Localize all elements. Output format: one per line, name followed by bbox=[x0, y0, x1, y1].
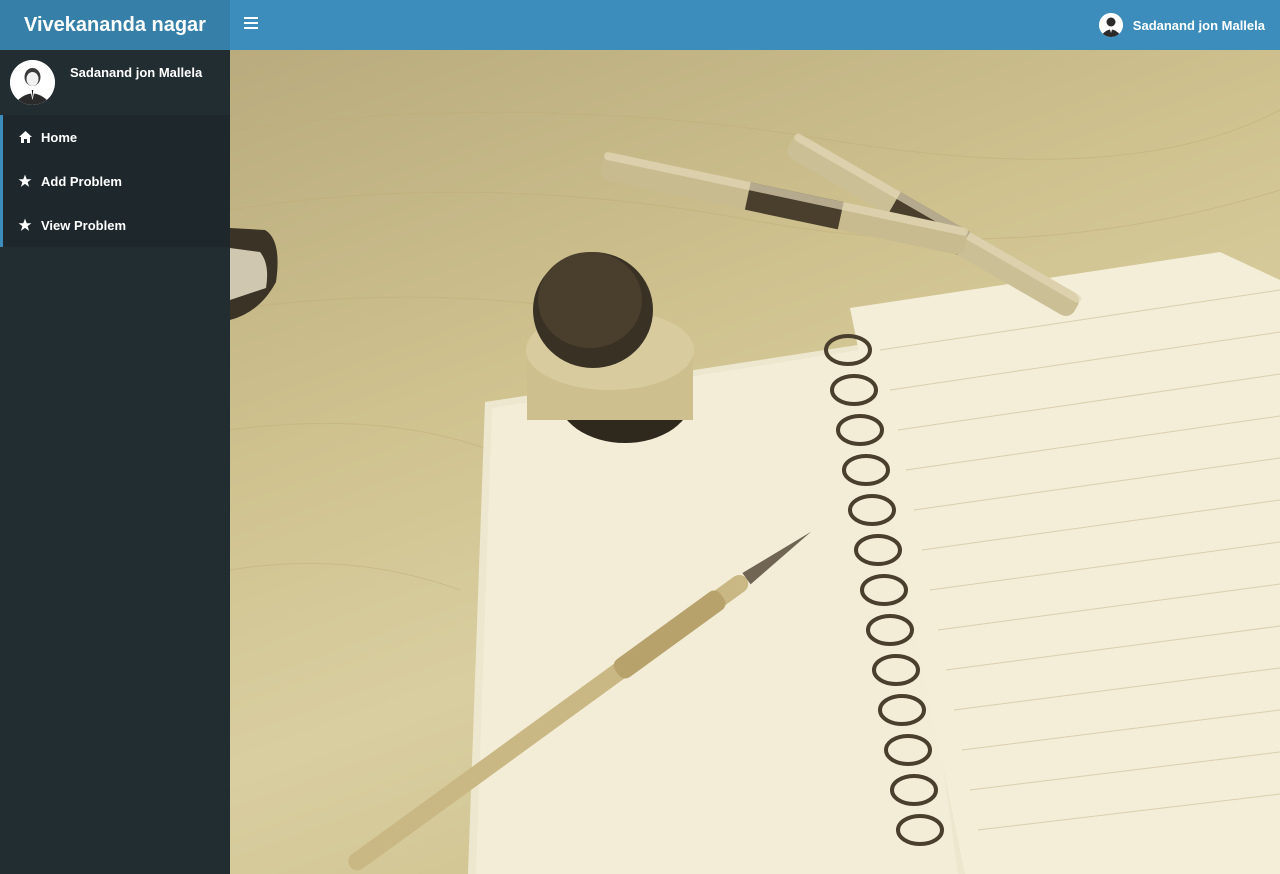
sidebar-item-label: Add Problem bbox=[41, 173, 122, 189]
sidebar-item-add-problem[interactable]: Add Problem bbox=[0, 159, 230, 203]
user-menu[interactable]: Sadanand jon Mallela bbox=[1098, 13, 1265, 37]
avatar-icon bbox=[1098, 13, 1123, 37]
user-panel: Sadanand jon Mallela bbox=[0, 50, 230, 115]
sidebar-menu: Home Add Problem View Problem bbox=[0, 115, 230, 247]
top-navbar: Sadanand jon Mallela bbox=[230, 0, 1280, 50]
desk-illustration bbox=[230, 109, 1280, 874]
sidebar-item-view-problem[interactable]: View Problem bbox=[0, 203, 230, 247]
home-icon bbox=[17, 129, 33, 145]
brand-logo[interactable]: Vivekananda nagar bbox=[0, 0, 230, 50]
sidebar-toggle-icon[interactable] bbox=[244, 17, 258, 31]
sidebar-item-label: View Problem bbox=[41, 217, 127, 233]
background-image bbox=[230, 50, 1280, 874]
sidebar-user-name: Sadanand jon Mallela bbox=[70, 65, 203, 80]
sidebar-item-label: Home bbox=[41, 129, 78, 145]
avatar-icon bbox=[10, 60, 55, 105]
sidebar-item-home[interactable]: Home bbox=[0, 115, 230, 159]
star-icon bbox=[17, 217, 33, 233]
sidebar: Sadanand jon Mallela Home Add Problem Vi… bbox=[0, 50, 230, 874]
user-name: Sadanand jon Mallela bbox=[1132, 17, 1265, 33]
star-icon bbox=[17, 173, 33, 189]
